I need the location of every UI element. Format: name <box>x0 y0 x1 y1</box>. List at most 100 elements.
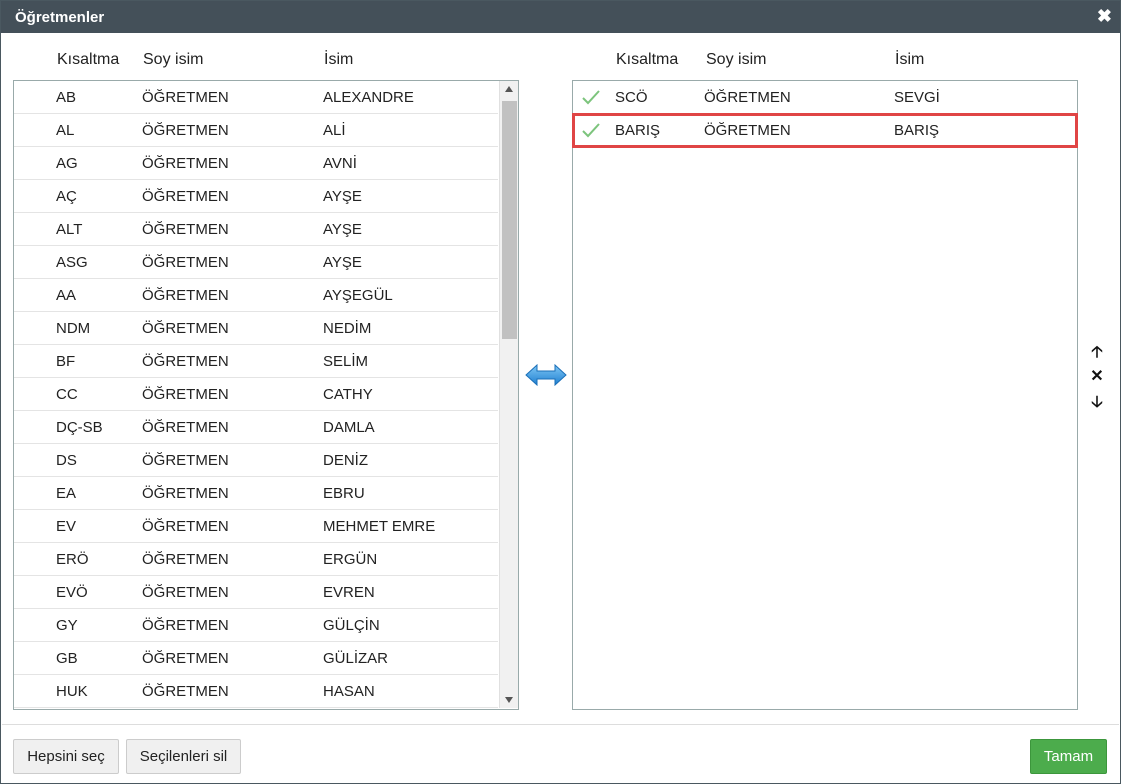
cell-name: ALİ <box>323 122 346 139</box>
table-row[interactable]: AG ÖĞRETMEN AVNİ <box>14 147 498 180</box>
cell-name: AYŞE <box>323 254 362 271</box>
cell-surname: ÖĞRETMEN <box>142 155 229 172</box>
delete-selected-button[interactable]: Seçilenleri sil <box>126 739 241 774</box>
cell-name: SEVGİ <box>894 89 940 106</box>
cell-abbr: EVÖ <box>56 584 88 601</box>
cell-surname: ÖĞRETMEN <box>142 221 229 238</box>
cell-abbr: DS <box>56 452 77 469</box>
cell-abbr: AB <box>56 89 77 106</box>
table-row[interactable]: GY ÖĞRETMEN GÜLÇİN <box>14 609 498 642</box>
cell-name: AYŞE <box>323 188 362 205</box>
cell-surname: ÖĞRETMEN <box>142 254 229 271</box>
left-header-name[interactable]: İsim <box>324 51 353 69</box>
cell-name: SELİM <box>323 353 369 370</box>
cell-surname: ÖĞRETMEN <box>142 617 229 634</box>
table-row[interactable]: GB ÖĞRETMEN GÜLİZAR <box>14 642 498 675</box>
cell-surname: ÖĞRETMEN <box>142 386 229 403</box>
teachers-dialog: Öğretmenler ✖ Kısaltma Soy isim İsim Kıs… <box>0 0 1121 784</box>
right-header-surname[interactable]: Soy isim <box>706 51 766 69</box>
cell-name: NEDİM <box>323 320 372 337</box>
cell-name: AYŞE <box>323 221 362 238</box>
table-row[interactable]: NDM ÖĞRETMEN NEDİM <box>14 312 498 345</box>
table-row[interactable]: AL ÖĞRETMEN ALİ <box>14 114 498 147</box>
cell-name: HASAN <box>323 683 375 700</box>
table-row[interactable]: EA ÖĞRETMEN EBRU <box>14 477 498 510</box>
cell-surname: ÖĞRETMEN <box>142 683 229 700</box>
table-row[interactable]: EVÖ ÖĞRETMEN EVREN <box>14 576 498 609</box>
cell-name: EVREN <box>323 584 375 601</box>
move-down-icon[interactable]: 🡣 <box>1087 391 1107 418</box>
scroll-thumb[interactable] <box>502 101 517 339</box>
remove-icon[interactable]: ✕ <box>1087 366 1107 386</box>
table-row[interactable]: HUK ÖĞRETMEN HASAN <box>14 675 498 708</box>
cell-surname: ÖĞRETMEN <box>142 320 229 337</box>
cell-name: AYŞEGÜL <box>323 287 393 304</box>
cell-name: MEHMET EMRE <box>323 518 436 535</box>
cell-surname: ÖĞRETMEN <box>142 353 229 370</box>
ok-button[interactable]: Tamam <box>1030 739 1107 774</box>
cell-name: DAMLA <box>323 419 375 436</box>
cell-abbr: ERÖ <box>56 551 89 568</box>
cell-abbr: SCÖ <box>615 89 648 106</box>
cell-abbr: BF <box>56 353 76 370</box>
table-row[interactable]: DS ÖĞRETMEN DENİZ <box>14 444 498 477</box>
right-header-abbr[interactable]: Kısaltma <box>616 51 678 69</box>
cell-surname: ÖĞRETMEN <box>142 287 229 304</box>
scroll-up-icon[interactable] <box>505 86 513 92</box>
cell-name: ALEXANDRE <box>323 89 414 106</box>
left-list-scrollbar[interactable] <box>499 81 518 708</box>
check-icon <box>582 90 600 105</box>
cell-abbr: CC <box>56 386 78 403</box>
table-row[interactable]: AÇ ÖĞRETMEN AYŞE <box>14 180 498 213</box>
selected-row-highlight <box>572 113 1078 148</box>
cell-abbr: AL <box>56 122 75 139</box>
table-row[interactable]: AA ÖĞRETMEN AYŞEGÜL <box>14 279 498 312</box>
move-up-icon[interactable]: 🡡 <box>1087 341 1107 368</box>
table-row[interactable]: ASG ÖĞRETMEN AYŞE <box>14 246 498 279</box>
cell-surname: ÖĞRETMEN <box>142 584 229 601</box>
dialog-title: Öğretmenler <box>15 9 105 26</box>
cell-surname: ÖĞRETMEN <box>142 452 229 469</box>
cell-name: EBRU <box>323 485 365 502</box>
footer-divider <box>2 724 1119 725</box>
cell-abbr: EA <box>56 485 77 502</box>
table-row[interactable]: EV ÖĞRETMEN MEHMET EMRE <box>14 510 498 543</box>
cell-surname: ÖĞRETMEN <box>142 122 229 139</box>
table-row[interactable]: AB ÖĞRETMEN ALEXANDRE <box>14 81 498 114</box>
cell-abbr: AÇ <box>56 188 77 205</box>
cell-surname: ÖĞRETMEN <box>142 518 229 535</box>
cell-name: DENİZ <box>323 452 368 469</box>
right-header-name[interactable]: İsim <box>895 51 924 69</box>
cell-abbr: DÇ-SB <box>56 419 103 436</box>
selected-teachers-list[interactable]: SCÖ ÖĞRETMEN SEVGİ BARIŞ ÖĞRETMEN BARIŞ <box>572 80 1078 710</box>
cell-abbr: AA <box>56 287 77 304</box>
cell-abbr: AG <box>56 155 78 172</box>
close-icon[interactable]: ✖ <box>1097 6 1112 27</box>
cell-name: ERGÜN <box>323 551 378 568</box>
cell-abbr: HUK <box>56 683 88 700</box>
table-row[interactable]: ERÖ ÖĞRETMEN ERGÜN <box>14 543 498 576</box>
table-row[interactable]: DÇ-SB ÖĞRETMEN DAMLA <box>14 411 498 444</box>
cell-surname: ÖĞRETMEN <box>142 551 229 568</box>
cell-abbr: ALT <box>56 221 83 238</box>
transfer-arrows-icon[interactable] <box>525 363 567 390</box>
cell-surname: ÖĞRETMEN <box>142 485 229 502</box>
left-header-surname[interactable]: Soy isim <box>143 51 203 69</box>
cell-abbr: EV <box>56 518 77 535</box>
left-header-abbr[interactable]: Kısaltma <box>57 51 119 69</box>
title-bar: Öğretmenler ✖ <box>1 1 1120 33</box>
select-all-button[interactable]: Hepsini seç <box>13 739 119 774</box>
cell-abbr: GB <box>56 650 78 667</box>
cell-surname: ÖĞRETMEN <box>142 89 229 106</box>
table-row[interactable]: BF ÖĞRETMEN SELİM <box>14 345 498 378</box>
table-row[interactable]: SCÖ ÖĞRETMEN SEVGİ <box>573 81 1077 114</box>
table-row[interactable]: ALT ÖĞRETMEN AYŞE <box>14 213 498 246</box>
cell-name: AVNİ <box>323 155 357 172</box>
available-teachers-list[interactable]: AB ÖĞRETMEN ALEXANDRE AL ÖĞRETMEN ALİ AG ÖĞRETM… <box>13 80 519 710</box>
cell-name: GÜLÇİN <box>323 617 380 634</box>
cell-abbr: GY <box>56 617 78 634</box>
table-row[interactable]: CC ÖĞRETMEN CATHY <box>14 378 498 411</box>
cell-surname: ÖĞRETMEN <box>142 650 229 667</box>
scroll-down-icon[interactable] <box>505 697 513 703</box>
cell-surname: ÖĞRETMEN <box>142 419 229 436</box>
